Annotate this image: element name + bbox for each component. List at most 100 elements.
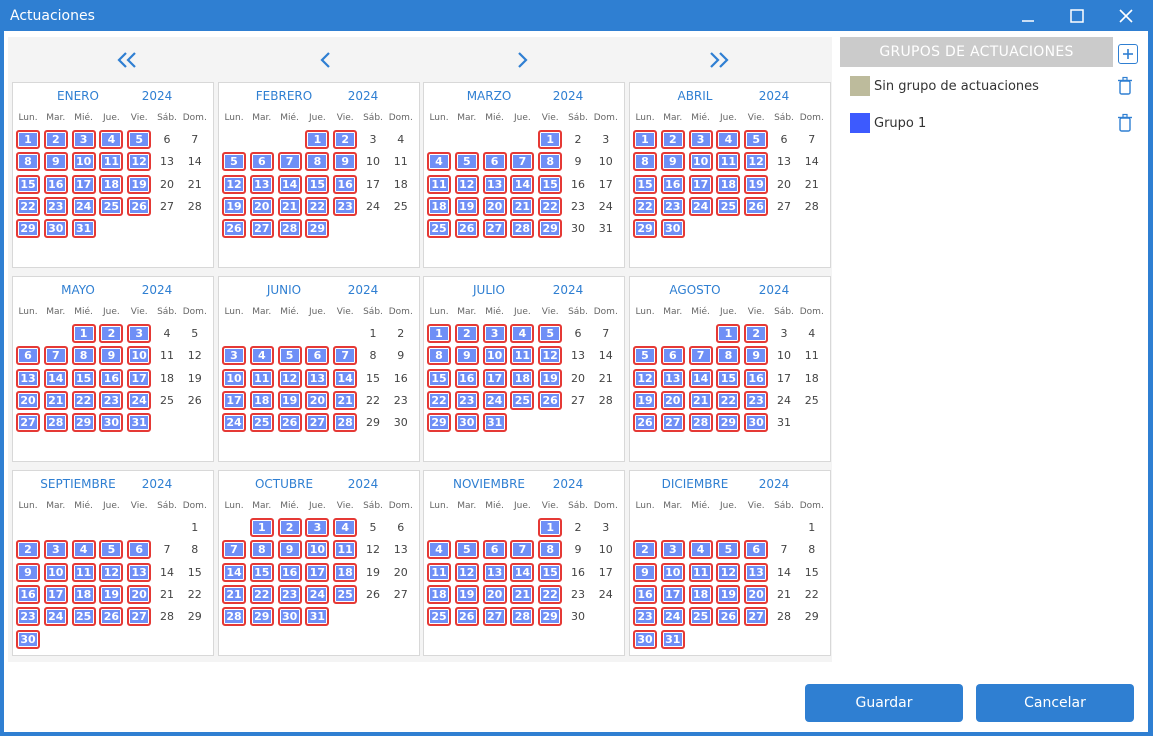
day-cell[interactable]: 31 <box>71 219 96 239</box>
day-cell[interactable]: 25 <box>716 196 741 216</box>
day-cell[interactable]: 6 <box>305 346 330 366</box>
day-cell[interactable]: 29 <box>249 607 274 627</box>
day-cell[interactable]: 9 <box>277 540 302 560</box>
day-cell[interactable]: 5 <box>183 324 207 343</box>
day-cell[interactable]: 24 <box>43 607 68 627</box>
day-cell[interactable]: 5 <box>454 152 479 172</box>
day-cell[interactable]: 24 <box>594 197 618 216</box>
day-cell[interactable]: 28 <box>800 197 824 216</box>
day-cell[interactable]: 27 <box>16 413 40 433</box>
day-cell[interactable]: 12 <box>277 368 302 388</box>
day-cell[interactable]: 10 <box>594 540 618 559</box>
day-cell[interactable]: 1 <box>538 130 563 149</box>
close-button[interactable] <box>1113 4 1139 28</box>
day-cell[interactable]: 26 <box>633 413 657 433</box>
day-cell[interactable]: 16 <box>660 174 685 194</box>
day-cell[interactable]: 10 <box>71 152 96 172</box>
day-cell[interactable]: 17 <box>43 584 68 604</box>
day-cell[interactable]: 18 <box>427 196 451 216</box>
day-cell[interactable]: 29 <box>361 413 385 432</box>
day-cell[interactable]: 20 <box>305 390 330 410</box>
day-cell[interactable]: 11 <box>99 152 124 172</box>
day-cell[interactable]: 10 <box>305 540 330 560</box>
day-cell[interactable]: 28 <box>155 607 179 626</box>
day-cell[interactable]: 15 <box>633 174 657 194</box>
day-cell[interactable]: 22 <box>538 584 563 604</box>
day-cell[interactable]: 15 <box>183 563 207 582</box>
day-cell[interactable]: 26 <box>744 196 769 216</box>
day-cell[interactable]: 20 <box>249 196 274 216</box>
day-cell[interactable]: 17 <box>594 563 618 582</box>
day-cell[interactable]: 8 <box>305 152 330 172</box>
day-cell[interactable]: 9 <box>633 562 657 582</box>
day-cell[interactable]: 6 <box>566 324 590 343</box>
day-cell[interactable]: 4 <box>389 130 413 149</box>
day-cell[interactable]: 18 <box>333 562 358 582</box>
day-cell[interactable]: 7 <box>333 346 358 366</box>
day-cell[interactable]: 27 <box>482 607 507 627</box>
day-cell[interactable]: 1 <box>716 324 741 343</box>
day-cell[interactable]: 12 <box>183 346 207 365</box>
previous-year-button[interactable] <box>112 47 142 73</box>
day-cell[interactable]: 14 <box>594 346 618 365</box>
day-cell[interactable]: 2 <box>99 324 124 343</box>
day-cell[interactable]: 19 <box>183 369 207 388</box>
day-cell[interactable]: 25 <box>249 413 274 433</box>
day-cell[interactable]: 2 <box>660 130 685 149</box>
day-cell[interactable]: 30 <box>43 219 68 239</box>
day-cell[interactable]: 2 <box>277 518 302 537</box>
day-cell[interactable]: 26 <box>538 390 563 410</box>
day-cell[interactable]: 4 <box>427 152 451 172</box>
day-cell[interactable]: 6 <box>127 540 152 560</box>
day-cell[interactable]: 18 <box>389 175 413 194</box>
day-cell[interactable]: 26 <box>454 219 479 239</box>
day-cell[interactable]: 15 <box>800 563 824 582</box>
day-cell[interactable]: 7 <box>688 346 713 366</box>
day-cell[interactable]: 14 <box>800 152 824 171</box>
day-cell[interactable]: 1 <box>71 324 96 343</box>
day-cell[interactable]: 6 <box>482 152 507 172</box>
day-cell[interactable]: 21 <box>594 369 618 388</box>
day-cell[interactable]: 31 <box>127 413 152 433</box>
day-cell[interactable]: 30 <box>744 413 769 433</box>
day-cell[interactable]: 25 <box>99 196 124 216</box>
day-cell[interactable]: 28 <box>222 607 246 627</box>
day-cell[interactable]: 9 <box>744 346 769 366</box>
delete-group-button[interactable] <box>1116 113 1134 133</box>
day-cell[interactable]: 22 <box>71 390 96 410</box>
day-cell[interactable]: 10 <box>772 346 796 365</box>
day-cell[interactable]: 24 <box>71 196 96 216</box>
day-cell[interactable]: 27 <box>566 391 590 410</box>
day-cell[interactable]: 8 <box>71 346 96 366</box>
day-cell[interactable]: 21 <box>688 390 713 410</box>
day-cell[interactable]: 12 <box>222 174 246 194</box>
day-cell[interactable]: 9 <box>16 562 40 582</box>
day-cell[interactable]: 17 <box>127 368 152 388</box>
day-cell[interactable]: 18 <box>716 174 741 194</box>
next-month-button[interactable] <box>507 47 537 73</box>
day-cell[interactable]: 1 <box>361 324 385 343</box>
day-cell[interactable]: 6 <box>744 540 769 560</box>
day-cell[interactable]: 2 <box>566 518 590 537</box>
day-cell[interactable]: 5 <box>361 518 385 537</box>
day-cell[interactable]: 17 <box>688 174 713 194</box>
day-cell[interactable]: 19 <box>454 584 479 604</box>
day-cell[interactable]: 24 <box>772 391 796 410</box>
day-cell[interactable]: 8 <box>427 346 451 366</box>
cancel-button[interactable]: Cancelar <box>976 684 1134 722</box>
day-cell[interactable]: 7 <box>277 152 302 172</box>
day-cell[interactable]: 4 <box>800 324 824 343</box>
day-cell[interactable]: 19 <box>361 563 385 582</box>
day-cell[interactable]: 23 <box>99 390 124 410</box>
day-cell[interactable]: 14 <box>277 174 302 194</box>
day-cell[interactable]: 19 <box>127 174 152 194</box>
day-cell[interactable]: 17 <box>594 175 618 194</box>
day-cell[interactable]: 7 <box>510 540 535 560</box>
day-cell[interactable]: 3 <box>688 130 713 149</box>
day-cell[interactable]: 22 <box>305 196 330 216</box>
day-cell[interactable]: 20 <box>127 584 152 604</box>
day-cell[interactable]: 29 <box>633 219 657 239</box>
day-cell[interactable]: 13 <box>389 540 413 559</box>
day-cell[interactable]: 2 <box>16 540 40 560</box>
day-cell[interactable]: 18 <box>155 369 179 388</box>
